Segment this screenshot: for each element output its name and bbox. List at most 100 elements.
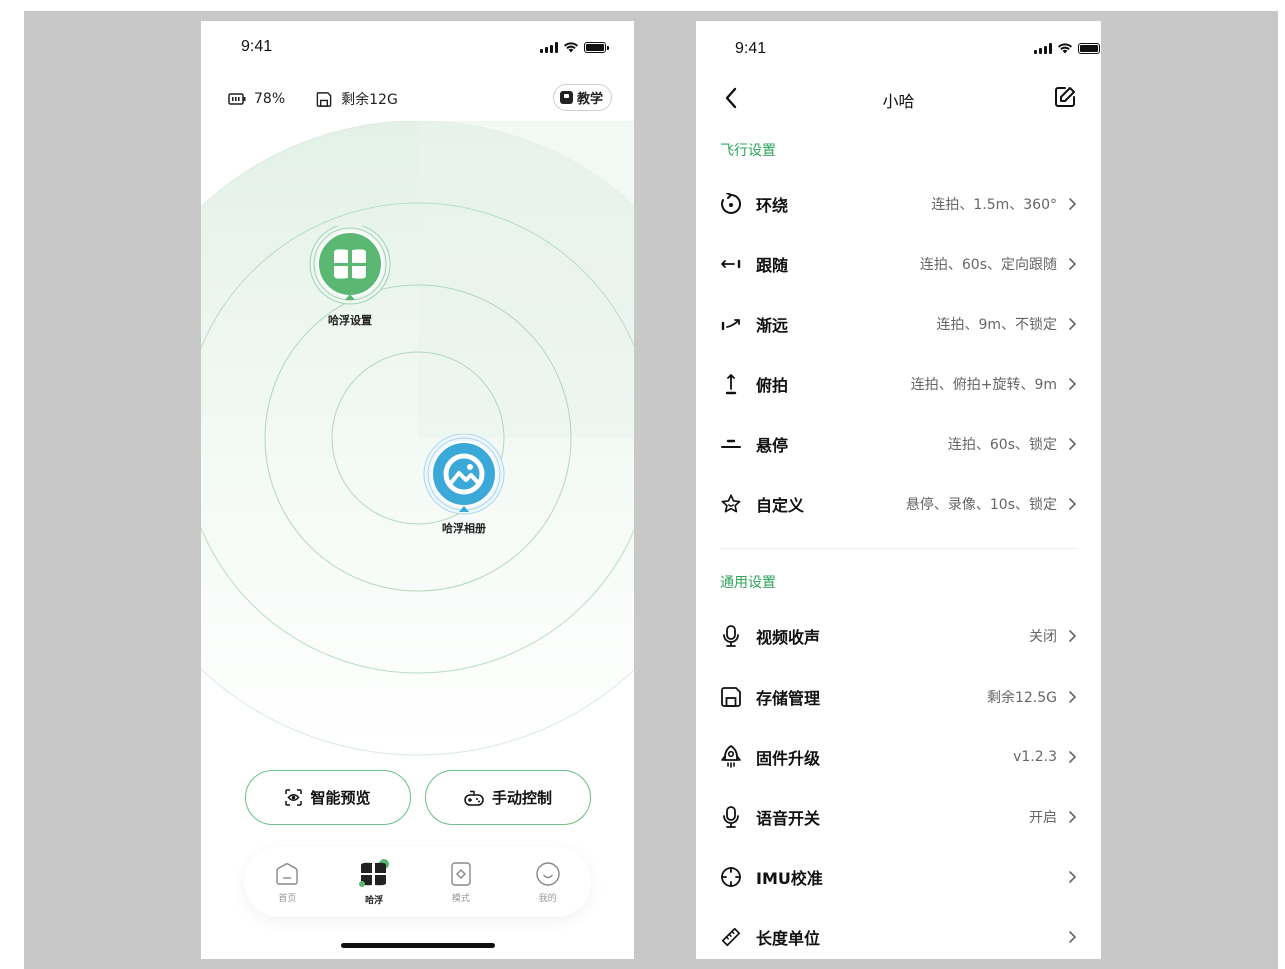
manual-control-label: 手动控制 (491, 789, 552, 807)
chevron-right-icon (1069, 498, 1077, 510)
battery-info: 78% (228, 91, 285, 107)
star-icon (720, 493, 742, 515)
chevron-right-icon (1069, 198, 1077, 210)
save-icon (720, 686, 742, 708)
setting-value: 关闭 (1029, 629, 1057, 645)
tab-mode-label: 模式 (451, 893, 470, 904)
orbit-icon (720, 193, 742, 215)
mic-icon (720, 806, 742, 828)
setting-value: 剩余12.5G (986, 690, 1057, 706)
setting-row-topdown[interactable]: 俯拍 连拍、俯拍+旋转、9m (720, 369, 1077, 399)
signal-icon (1034, 42, 1052, 54)
battery-level-icon (228, 93, 246, 105)
status-time: 9:41 (735, 40, 767, 57)
home-icon (276, 862, 299, 885)
topdown-icon (720, 373, 742, 395)
chevron-right-icon (1069, 931, 1077, 943)
album-node[interactable] (422, 433, 506, 518)
setting-value: 连拍、俯拍+旋转、9m (910, 377, 1057, 393)
general-settings-heading: 通用设置 (720, 575, 776, 591)
save-icon (316, 91, 332, 107)
setting-row-video-audio[interactable]: 视频收声 关闭 (720, 621, 1077, 651)
setting-row-hover[interactable]: 悬停 连拍、60s、锁定 (720, 429, 1077, 459)
tutorial-label: 教学 (576, 92, 603, 107)
dronie-icon (720, 313, 742, 335)
edit-icon[interactable] (1053, 85, 1077, 109)
storage-remaining: 剩余12G (341, 92, 398, 108)
flight-settings-heading: 飞行设置 (720, 143, 776, 159)
storage-info: 剩余12G (315, 89, 398, 109)
smile-icon (535, 861, 560, 886)
setting-name: 长度单位 (756, 929, 821, 948)
setting-row-storage[interactable]: 存储管理 剩余12.5G (720, 682, 1077, 712)
setting-name: 俯拍 (756, 376, 789, 395)
chevron-right-icon (1069, 318, 1077, 330)
section-divider (720, 548, 1077, 549)
wifi-icon (564, 42, 578, 53)
status-time: 9:41 (241, 38, 273, 55)
setting-value: 开启 (1029, 810, 1057, 826)
tab-home-label: 首页 (278, 893, 297, 904)
crosshair-icon (720, 866, 742, 888)
setting-name: 自定义 (756, 496, 805, 515)
setting-row-length-unit[interactable]: 长度单位 (720, 922, 1077, 952)
home-indicator (341, 943, 495, 948)
setting-name: 视频收声 (756, 628, 821, 647)
setting-row-firmware[interactable]: 固件升级 v1.2.3 (720, 742, 1077, 772)
signal-icon (540, 41, 558, 53)
settings-screen: 9:41 小哈 飞行设置 环绕 连拍、1.5m、360° 跟随 连拍、60s、定… (696, 21, 1101, 959)
play-icon (559, 91, 573, 104)
tutorial-button[interactable]: 教学 (552, 84, 612, 111)
setting-row-custom[interactable]: 自定义 悬停、录像、10s、锁定 (720, 489, 1077, 519)
hover-icon (720, 433, 742, 455)
mic-icon (720, 625, 742, 647)
drone-icon (359, 858, 390, 887)
album-node-icon (423, 433, 505, 515)
setting-name: IMU校准 (756, 869, 823, 888)
device-info: 78% 剩余12G (228, 89, 428, 109)
rocket-icon (720, 745, 742, 768)
tab-home[interactable]: 首页 (252, 861, 322, 904)
chevron-right-icon (1069, 258, 1077, 270)
chevron-right-icon (1069, 630, 1077, 642)
tab-bar: 首页 哈浮 模式 我的 (244, 847, 591, 917)
chevron-right-icon (1069, 811, 1077, 823)
setting-name: 存储管理 (756, 689, 821, 708)
follow-icon (720, 253, 742, 275)
setting-name: 固件升级 (756, 749, 821, 768)
status-icons (1034, 42, 1100, 54)
manual-control-button[interactable]: 手动控制 (425, 770, 591, 825)
smart-preview-label: 智能预览 (310, 789, 371, 807)
wifi-icon (1058, 43, 1072, 54)
settings-node[interactable] (308, 223, 392, 310)
tab-hover[interactable]: 哈浮 (339, 858, 409, 906)
tab-profile-label: 我的 (538, 893, 557, 904)
setting-row-imu[interactable]: IMU校准 (720, 862, 1077, 892)
tab-profile[interactable]: 我的 (513, 861, 583, 904)
setting-row-voice[interactable]: 语音开关 开启 (720, 802, 1077, 832)
chevron-right-icon (1069, 438, 1077, 450)
setting-row-follow[interactable]: 跟随 连拍、60s、定向跟随 (720, 249, 1077, 279)
setting-row-dronie[interactable]: 渐远 连拍、9m、不锁定 (720, 309, 1077, 339)
chevron-right-icon (1069, 871, 1077, 883)
page-title: 小哈 (882, 92, 915, 111)
setting-value: 悬停、录像、10s、锁定 (905, 497, 1057, 513)
setting-row-orbit[interactable]: 环绕 连拍、1.5m、360° (720, 189, 1077, 219)
battery-icon (584, 41, 609, 53)
setting-name: 语音开关 (756, 809, 821, 828)
gamepad-icon (464, 790, 484, 806)
album-node-label: 哈浮相册 (442, 522, 486, 535)
tab-hover-label: 哈浮 (365, 895, 384, 906)
setting-value: 连拍、9m、不锁定 (936, 317, 1057, 333)
setting-name: 跟随 (756, 256, 789, 275)
smart-preview-button[interactable]: 智能预览 (245, 770, 411, 825)
tab-mode[interactable]: 模式 (426, 861, 496, 904)
setting-name: 渐远 (756, 316, 789, 335)
chevron-right-icon (1069, 751, 1077, 763)
status-icons (540, 41, 609, 53)
radar-background (201, 121, 634, 756)
settings-node-label: 哈浮设置 (328, 314, 372, 327)
battery-icon (1078, 42, 1100, 54)
setting-value: 连拍、60s、锁定 (947, 437, 1057, 453)
chevron-right-icon (1069, 691, 1077, 703)
